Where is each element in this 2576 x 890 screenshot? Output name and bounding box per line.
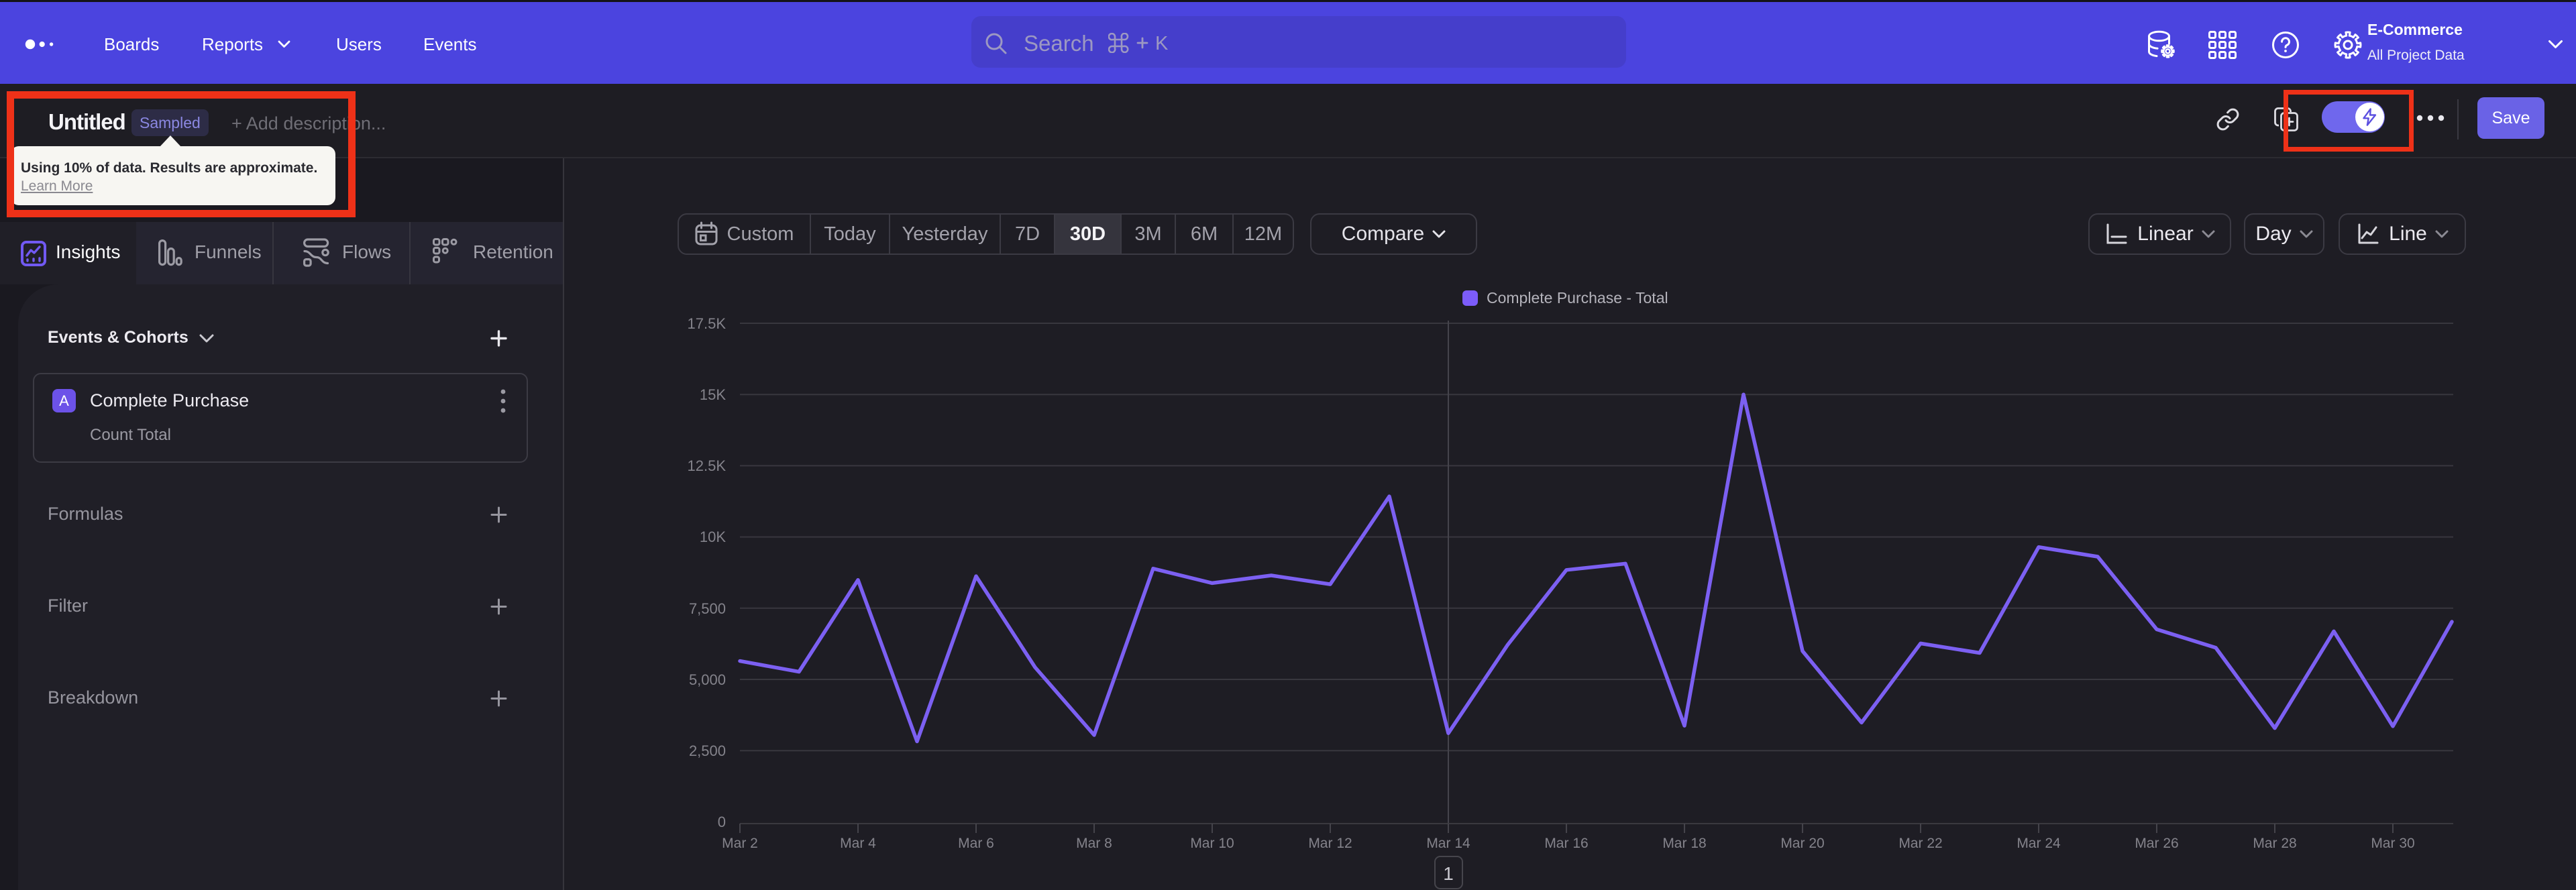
svg-text:Mar 26: Mar 26 <box>2135 836 2178 851</box>
svg-text:5,000: 5,000 <box>689 671 726 688</box>
svg-text:Mar 18: Mar 18 <box>1662 836 1706 851</box>
svg-text:Mar 14: Mar 14 <box>1426 836 1470 851</box>
svg-text:Mar 22: Mar 22 <box>1898 836 1942 851</box>
svg-text:10K: 10K <box>700 529 726 545</box>
svg-text:7,500: 7,500 <box>689 600 726 617</box>
svg-text:15K: 15K <box>700 386 726 403</box>
svg-text:Mar 24: Mar 24 <box>2017 836 2061 851</box>
svg-text:Mar 6: Mar 6 <box>958 836 994 851</box>
svg-text:1: 1 <box>1443 863 1454 884</box>
svg-text:Complete Purchase - Total: Complete Purchase - Total <box>1487 289 1668 307</box>
svg-text:12.5K: 12.5K <box>688 457 727 474</box>
svg-text:Mar 10: Mar 10 <box>1190 836 1234 851</box>
svg-text:Mar 4: Mar 4 <box>840 836 876 851</box>
svg-text:Mar 28: Mar 28 <box>2253 836 2296 851</box>
svg-text:0: 0 <box>718 814 726 830</box>
svg-text:Mar 12: Mar 12 <box>1308 836 1352 851</box>
svg-text:17.5K: 17.5K <box>688 315 727 332</box>
svg-text:2,500: 2,500 <box>689 742 726 759</box>
svg-text:Mar 30: Mar 30 <box>2371 836 2414 851</box>
svg-text:Mar 16: Mar 16 <box>1544 836 1588 851</box>
svg-text:Mar 2: Mar 2 <box>722 836 758 851</box>
svg-text:K: K <box>1155 33 1169 53</box>
svg-text:Mar 8: Mar 8 <box>1076 836 1112 851</box>
svg-text:Mar 20: Mar 20 <box>1780 836 1824 851</box>
